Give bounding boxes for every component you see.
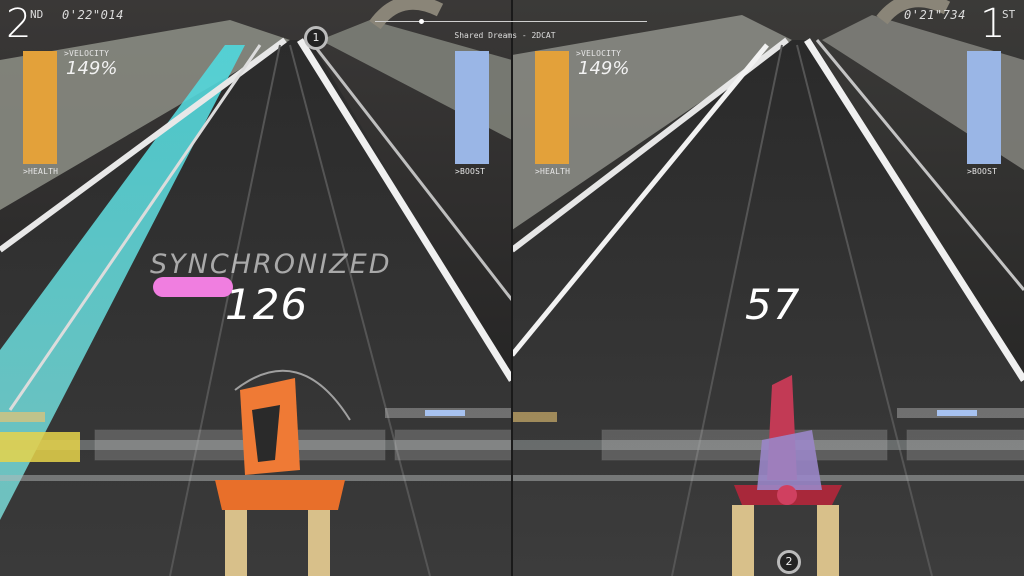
score: 126 — [225, 280, 309, 329]
race-position: 2 — [6, 1, 31, 47]
status-text: SYNCHRONIZED — [150, 249, 392, 280]
split-screen-divider — [511, 0, 513, 576]
player-marker: 1 — [304, 26, 328, 50]
boost-label: >BOOST — [455, 167, 486, 176]
player-two-viewport: 0'21"734 1 ST >HEALTH >VELOCITY 149% >BO… — [512, 0, 1024, 576]
boost-bar-fill — [455, 51, 489, 164]
health-label: >HEALTH — [535, 167, 571, 176]
race-position-suffix: ND — [30, 8, 44, 21]
lap-time: 0'22"014 — [62, 8, 124, 22]
velocity-label: >VELOCITY — [64, 49, 110, 58]
velocity-label: >VELOCITY — [576, 49, 622, 58]
race-position: 1 — [980, 1, 1005, 47]
velocity-value: 149% — [66, 58, 118, 79]
song-title: Shared Dreams - 2DCAT — [454, 31, 556, 40]
health-bar — [23, 51, 57, 164]
velocity-value: 149% — [578, 58, 630, 79]
health-label: >HEALTH — [23, 167, 59, 176]
race-position-suffix: ST — [1002, 8, 1016, 21]
boost-bar — [967, 51, 1001, 164]
boost-label: >BOOST — [967, 167, 998, 176]
player-one-viewport: 2 ND 0'22"014 >HEALTH >VELOCITY 149% >BO… — [0, 0, 512, 576]
health-bar — [535, 51, 569, 164]
boost-bar-fill — [967, 51, 1001, 164]
health-bar-fill — [535, 51, 569, 164]
boost-bar — [455, 51, 489, 164]
score: 57 — [745, 280, 801, 329]
lap-time: 0'21"734 — [904, 8, 966, 22]
sync-pill — [153, 277, 233, 297]
player-marker: 2 — [777, 550, 801, 574]
health-bar-fill — [23, 51, 57, 164]
song-progress-track — [375, 19, 647, 24]
